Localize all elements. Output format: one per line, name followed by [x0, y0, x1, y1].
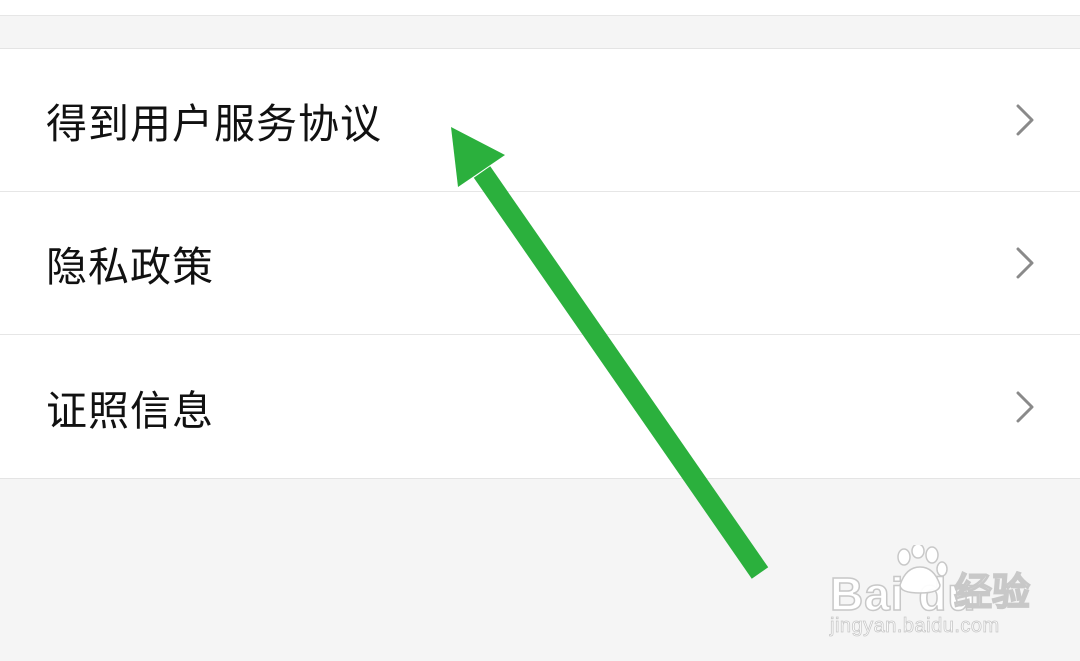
top-strip: [0, 0, 1080, 16]
chevron-right-icon: [1014, 103, 1036, 137]
watermark-brand: Bai du: [829, 568, 977, 620]
menu-item-user-agreement[interactable]: 得到用户服务协议: [0, 49, 1080, 192]
menu-item-label: 隐私政策: [46, 243, 214, 291]
watermark: Bai du 经验 jingyan.baidu.com: [829, 545, 1031, 640]
watermark-product: 经验: [953, 570, 1031, 614]
menu-item-license-info[interactable]: 证照信息: [0, 335, 1080, 478]
watermark-url: jingyan.baidu.com: [830, 615, 1000, 638]
settings-menu-list: 得到用户服务协议 隐私政策 证照信息: [0, 48, 1080, 479]
menu-item-privacy-policy[interactable]: 隐私政策: [0, 192, 1080, 335]
menu-item-label: 得到用户服务协议: [46, 100, 382, 148]
menu-item-label: 证照信息: [46, 386, 214, 435]
chevron-right-icon: [1014, 246, 1036, 280]
baidu-paw-logo-icon: [897, 545, 948, 594]
chevron-right-icon: [1014, 390, 1036, 424]
